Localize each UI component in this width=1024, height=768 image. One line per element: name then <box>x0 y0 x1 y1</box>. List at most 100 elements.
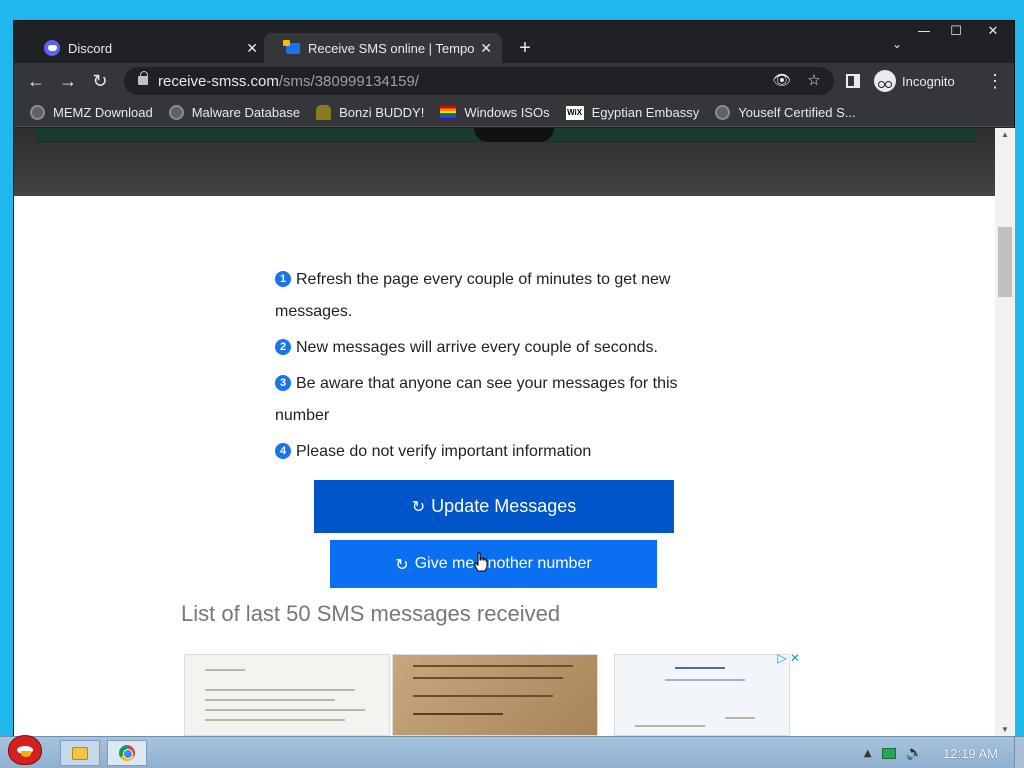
bookmark-label: Youself Certified S... <box>738 105 856 120</box>
instruction-text: New messages will arrive every couple of… <box>296 339 658 356</box>
bookmark-label: Windows ISOs <box>464 105 550 120</box>
url-text[interactable]: receive-smss.com/sms/380999134159/ <box>158 73 419 90</box>
page-viewport: 1 Refresh the page every couple of minute… <box>14 128 995 736</box>
url-path: /sms/380999134159/ <box>278 73 419 90</box>
tab-strip: Discord ✕ Receive SMS online | Temporary… <box>14 31 1014 63</box>
show-desktop-button[interactable] <box>1014 737 1024 768</box>
doc-line <box>413 695 553 697</box>
number-badge-icon: 3 <box>275 375 291 391</box>
instruction-text: Please do not verify important informati… <box>296 443 592 460</box>
network-icon[interactable] <box>881 747 896 759</box>
doc-line <box>725 717 755 719</box>
browser-window: — ☐ ✕ Discord ✕ Receive SMS online | Tem… <box>13 20 1015 736</box>
bonzi-icon <box>316 105 332 120</box>
volume-icon[interactable]: 🔊 <box>906 745 923 761</box>
doc-line <box>413 713 503 715</box>
scroll-thumb[interactable] <box>998 227 1012 298</box>
doc-line <box>675 667 725 669</box>
taskbar-explorer[interactable] <box>60 740 100 766</box>
lock-icon[interactable] <box>138 71 148 85</box>
doc-line <box>205 719 345 721</box>
new-tab-button[interactable]: + <box>514 35 536 61</box>
bookmark-egyptian-embassy[interactable]: WiX Egyptian Embassy <box>565 105 699 120</box>
page-scrollbar[interactable]: ▲ ▼ <box>995 128 1015 736</box>
system-tray: ▲ 🔊 12:19 AM <box>864 737 1024 768</box>
number-badge-icon: 4 <box>275 443 291 459</box>
browser-menu-button[interactable]: ⋮ <box>986 67 1004 95</box>
instruction-item: 1 Refresh the page every couple of minute… <box>275 264 715 328</box>
sms-list-heading: List of last 50 SMS messages received <box>181 601 561 626</box>
advertisement[interactable]: ▷ ✕ <box>184 651 804 736</box>
ad-image-document[interactable] <box>184 654 390 736</box>
bookmark-label: Bonzi BUDDY! <box>339 105 425 120</box>
instruction-text: Refresh the page every couple of minutes… <box>275 271 671 320</box>
tab-title: Discord <box>68 40 113 56</box>
hero-banner-image <box>14 128 995 196</box>
doc-line <box>205 669 245 671</box>
reload-button[interactable]: ↻ <box>86 67 114 95</box>
instruction-text: Be aware that anyone can see your messag… <box>275 375 678 424</box>
bookmark-memz-download[interactable]: MEMZ Download <box>30 105 153 120</box>
side-panel-icon[interactable] <box>846 74 860 88</box>
address-bar[interactable]: receive-smss.com/sms/380999134159/ 👁 ☆ <box>124 67 834 95</box>
tab-search-button[interactable]: ⌄ <box>892 37 902 51</box>
update-messages-button[interactable]: ↻ Update Messages <box>314 480 674 533</box>
tray-expand-icon[interactable]: ▲ <box>864 748 872 759</box>
sms-site-icon <box>283 39 300 54</box>
taskbar-chrome[interactable] <box>107 740 147 766</box>
start-button[interactable] <box>2 731 48 768</box>
bookmark-bonzi-buddy[interactable]: Bonzi BUDDY! <box>316 105 424 120</box>
doc-line <box>413 665 573 667</box>
tab-close-icon[interactable]: ✕ <box>480 40 492 57</box>
globe-icon <box>715 105 731 120</box>
chrome-icon <box>119 745 135 761</box>
rainbow-icon <box>440 105 457 120</box>
instruction-item: 3 Be aware that anyone can see your messa… <box>275 368 715 432</box>
forward-button[interactable]: → <box>54 67 82 95</box>
back-button[interactable]: ← <box>22 67 50 95</box>
doc-line <box>205 709 365 711</box>
bookmark-youself-certified[interactable]: Youself Certified S... <box>715 105 856 120</box>
instruction-item: 4 Please do not verify important informat… <box>275 436 715 468</box>
bookmark-label: Malware Database <box>191 105 301 120</box>
browser-toolbar: ← → ↻ receive-smss.com/sms/380999134159/… <box>14 63 1014 99</box>
scroll-up-arrow-icon[interactable]: ▲ <box>995 130 1015 139</box>
folder-icon <box>72 746 88 760</box>
doc-line <box>413 677 563 679</box>
ad-choices-icon[interactable]: ▷ ✕ <box>777 651 800 665</box>
hero-shape <box>474 128 554 142</box>
number-badge-icon: 2 <box>275 339 291 355</box>
taskbar: ▲ 🔊 12:19 AM <box>0 735 1024 768</box>
bookmark-malware-database[interactable]: Malware Database <box>168 105 301 120</box>
update-messages-label: Update Messages <box>431 496 577 516</box>
refresh-icon: ↻ <box>411 497 426 516</box>
incognito-indicator[interactable]: Incognito <box>874 67 955 95</box>
another-number-label: Give me another number <box>414 555 592 572</box>
bookmark-windows-isos[interactable]: Windows ISOs <box>440 105 550 120</box>
doc-line <box>205 689 355 691</box>
globe-icon <box>30 105 45 120</box>
incognito-label: Incognito <box>902 73 955 89</box>
tab-close-icon[interactable]: ✕ <box>246 40 258 57</box>
tab-receive-sms[interactable]: Receive SMS online | Temporary ✕ <box>264 33 502 63</box>
doc-line <box>665 679 745 681</box>
doc-line <box>205 699 335 701</box>
eye-off-icon[interactable]: 👁 <box>772 71 792 89</box>
scroll-down-arrow-icon[interactable]: ▼ <box>995 725 1015 734</box>
incognito-icon <box>874 70 896 92</box>
angry-bird-start-icon <box>8 735 42 765</box>
wix-icon: WiX <box>565 105 584 120</box>
taskbar-clock[interactable]: 12:19 AM <box>943 746 998 761</box>
discord-icon <box>44 40 60 56</box>
tab-discord[interactable]: Discord ✕ <box>22 33 268 63</box>
another-number-button[interactable]: ↻ Give me another number <box>330 540 657 588</box>
hand-cursor-icon <box>474 552 488 572</box>
ad-image-document[interactable] <box>392 654 598 736</box>
tab-title: Receive SMS online | Temporary <box>308 40 475 56</box>
star-icon[interactable]: ☆ <box>804 71 824 89</box>
refresh-icon: ↻ <box>395 554 409 574</box>
globe-icon <box>168 105 184 120</box>
instruction-item: 2 New messages will arrive every couple o… <box>275 332 715 364</box>
ad-image-document[interactable] <box>614 654 790 736</box>
bookmark-label: MEMZ Download <box>53 105 153 120</box>
